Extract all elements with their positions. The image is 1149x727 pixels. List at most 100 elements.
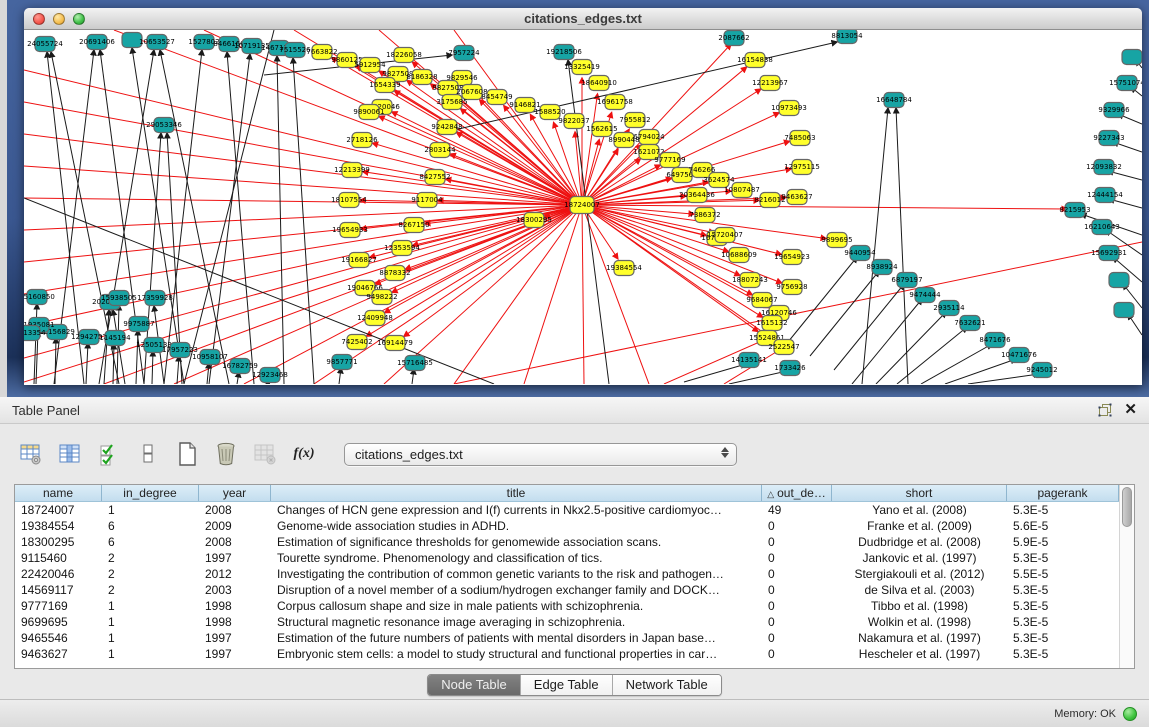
- graph-node[interactable]: 7632621: [954, 316, 985, 331]
- graph-node[interactable]: 12213967: [752, 76, 788, 91]
- table-panel: Table Panel ✕: [0, 397, 1149, 727]
- table-row[interactable]: 1872400712008Changes of HCN gene express…: [15, 502, 1119, 518]
- black-edge: [184, 30, 274, 384]
- table-cell: 1997: [199, 550, 271, 566]
- graph-node[interactable]: 14135141: [731, 353, 767, 368]
- scrollbar-thumb[interactable]: [1122, 487, 1132, 527]
- graph-node[interactable]: 19384554: [606, 261, 642, 276]
- table-row[interactable]: 2242004622012Investigating the contribut…: [15, 566, 1119, 582]
- graph-node[interactable]: 12093832: [1086, 160, 1122, 175]
- graph-node[interactable]: 19166827: [341, 253, 377, 268]
- graph-node[interactable]: [1122, 50, 1142, 65]
- graph-node[interactable]: 9227343: [1093, 131, 1124, 146]
- graph-node[interactable]: 17359928: [137, 291, 173, 306]
- column-header-pagerank[interactable]: pagerank: [1007, 485, 1119, 501]
- graph-node[interactable]: 9440954: [844, 246, 876, 261]
- network-graph[interactable]: 7663822986012559129541822605898275091654…: [24, 30, 1142, 384]
- select-rows-icon[interactable]: [96, 441, 122, 467]
- graph-node[interactable]: 15751074: [1109, 76, 1142, 91]
- graph-node[interactable]: 2935114: [933, 301, 965, 316]
- table-row[interactable]: 946554611997Estimation of the future num…: [15, 630, 1119, 646]
- graph-node[interactable]: [1114, 303, 1134, 318]
- table-row[interactable]: 1830029562008Estimation of significance …: [15, 534, 1119, 550]
- graph-node[interactable]: 12444154: [1087, 188, 1123, 203]
- graph-node[interactable]: 8471676: [979, 333, 1011, 348]
- vertical-scrollbar[interactable]: [1119, 485, 1134, 668]
- table-cell: Hescheler et al. (1997): [832, 646, 1007, 662]
- close-panel-icon[interactable]: ✕: [1124, 403, 1137, 417]
- column-header-title[interactable]: title: [271, 485, 762, 501]
- network-window-titlebar[interactable]: citations_edges.txt: [24, 8, 1142, 30]
- column-header-out_degree[interactable]: △out_de…: [762, 485, 832, 501]
- table-row[interactable]: 946362711997Embryonic stem cells: a mode…: [15, 646, 1119, 662]
- table-mode-icon[interactable]: [18, 441, 44, 467]
- graph-node[interactable]: 10973493: [771, 101, 807, 116]
- graph-node[interactable]: 19218506: [546, 45, 582, 60]
- graph-node[interactable]: 18107554: [331, 193, 367, 208]
- graph-node[interactable]: 10471676: [1001, 348, 1037, 363]
- network-canvas[interactable]: 7663822986012559129541822605898275091654…: [24, 30, 1142, 384]
- graph-node[interactable]: 16961758: [597, 95, 633, 110]
- graph-node[interactable]: 9463627: [781, 190, 812, 205]
- table-row[interactable]: 911546021997Tourette syndrome. Phenomeno…: [15, 550, 1119, 566]
- graph-node-label: 9463627: [781, 193, 812, 201]
- table-selector-dropdown[interactable]: citations_edges.txt: [344, 443, 737, 466]
- graph-node[interactable]: 8813054: [831, 30, 863, 44]
- graph-node[interactable]: 2087662: [718, 31, 749, 46]
- table-cell: 5.3E-5: [1007, 630, 1119, 646]
- black-edge: [160, 50, 229, 384]
- graph-node[interactable]: 20691406: [79, 35, 115, 50]
- graph-node[interactable]: 7485063: [784, 131, 815, 146]
- graph-node[interactable]: 19654933: [332, 223, 368, 238]
- tab-edge-table[interactable]: Edge Table: [521, 675, 613, 695]
- graph-node[interactable]: 25160850: [24, 290, 55, 305]
- delete-column-icon[interactable]: [213, 441, 239, 467]
- graph-node[interactable]: 10688609: [721, 248, 757, 263]
- graph-node[interactable]: 1562615: [586, 122, 617, 137]
- column-header-year[interactable]: year: [199, 485, 271, 501]
- column-header-name[interactable]: name: [15, 485, 102, 501]
- graph-node[interactable]: 9857771: [326, 355, 357, 370]
- graph-node[interactable]: 9756928: [776, 280, 807, 295]
- column-header-short[interactable]: short: [832, 485, 1007, 501]
- new-column-icon[interactable]: [174, 441, 200, 467]
- table-row[interactable]: 1938455462009Genome-wide association stu…: [15, 518, 1119, 534]
- graph-node[interactable]: 7957224: [448, 46, 480, 61]
- graph-node[interactable]: 12975115: [784, 160, 820, 175]
- row-view-icon[interactable]: [135, 441, 161, 467]
- graph-node[interactable]: [1109, 273, 1129, 288]
- table-cell: 5.3E-5: [1007, 550, 1119, 566]
- graph-node[interactable]: 18640910: [581, 76, 617, 91]
- graph-node[interactable]: 7425402: [341, 335, 372, 350]
- graph-node-label: 1145194: [99, 334, 131, 342]
- show-columns-icon[interactable]: [57, 441, 83, 467]
- graph-node[interactable]: 16154838: [737, 53, 773, 68]
- tab-network-table[interactable]: Network Table: [613, 675, 721, 695]
- graph-node-label: 9899695: [821, 236, 852, 244]
- tab-node-table[interactable]: Node Table: [428, 675, 521, 695]
- graph-node[interactable]: 9329966: [1098, 103, 1130, 118]
- graph-node[interactable]: 16648784: [876, 93, 912, 108]
- graph-node[interactable]: 16210643: [1084, 220, 1120, 235]
- function-builder-icon[interactable]: f(x): [291, 441, 317, 467]
- graph-node[interactable]: 24055724: [27, 37, 63, 52]
- table-row[interactable]: 969969511998Structural magnetic resonanc…: [15, 614, 1119, 630]
- graph-node[interactable]: 2718126: [346, 133, 378, 148]
- float-panel-icon[interactable]: [1098, 403, 1112, 417]
- graph-node[interactable]: 7955812: [619, 113, 650, 128]
- graph-node[interactable]: 15692931: [1091, 246, 1127, 261]
- graph-node[interactable]: 8938924: [866, 260, 898, 275]
- graph-node[interactable]: 19654923: [774, 250, 810, 265]
- graph-node[interactable]: 12353594: [384, 241, 420, 256]
- table-row[interactable]: 1456911722003Disruption of a novel membe…: [15, 582, 1119, 598]
- graph-node[interactable]: 6879197: [891, 273, 922, 288]
- column-header-in_degree[interactable]: in_degree: [102, 485, 199, 501]
- graph-node[interactable]: 18226058: [386, 48, 422, 63]
- graph-node[interactable]: 10653527: [139, 35, 175, 50]
- graph-node-label: 16154838: [737, 56, 773, 64]
- graph-node[interactable]: 9474444: [909, 288, 941, 303]
- graph-node-label: 20364436: [679, 191, 715, 199]
- graph-node-label: 1654339: [369, 81, 400, 89]
- graph-node[interactable]: 9899695: [821, 233, 852, 248]
- table-row[interactable]: 977716911998Corpus callosum shape and si…: [15, 598, 1119, 614]
